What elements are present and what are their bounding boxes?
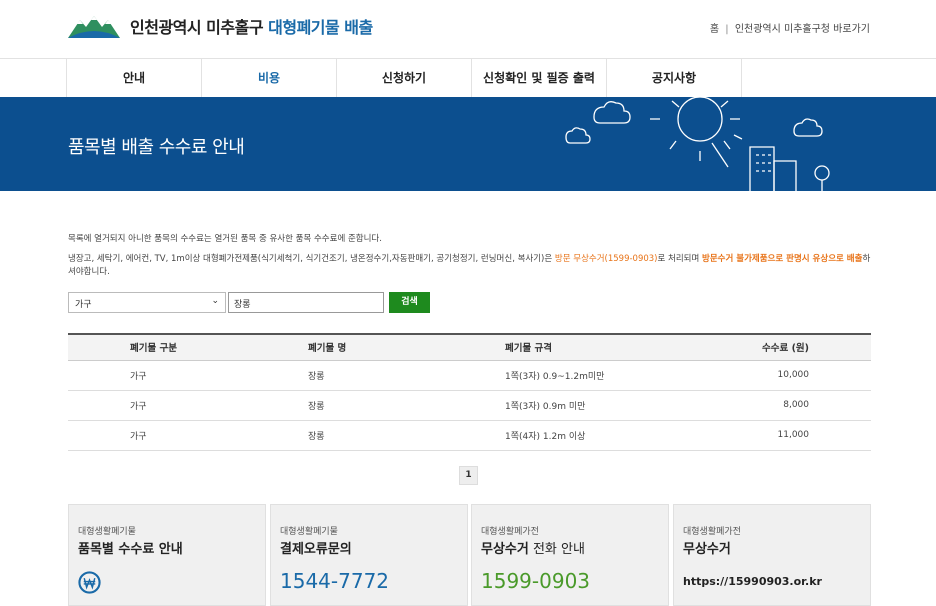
mountain-logo-icon[interactable] bbox=[66, 12, 122, 40]
card-category: 대형생활폐가전 bbox=[481, 527, 539, 537]
notice-line-2: 냉장고, 세탁기, 에어컨, TV, 1m이상 대형폐가전제품(식기세척기, 식… bbox=[68, 253, 878, 279]
card-title: 무상수거 전화 안내 bbox=[481, 538, 585, 557]
card-title: 결제오류문의 bbox=[280, 542, 352, 557]
card-title: 품목별 수수료 안내 bbox=[78, 542, 183, 557]
chevron-down-icon: ⌄ bbox=[211, 296, 219, 306]
notice-free-pickup: 방문 무상수거(1599-0903) bbox=[554, 254, 658, 264]
card-phone-number: 1599-0903 bbox=[481, 569, 591, 593]
link-separator: | bbox=[725, 24, 729, 35]
cell-category: 가구 bbox=[68, 420, 248, 451]
top-links: 홈 | 인천광역시 미추홀구청 바로가기 bbox=[710, 20, 870, 35]
keyword-input[interactable]: 장롱 bbox=[228, 292, 384, 313]
page-number-button[interactable]: 1 bbox=[459, 466, 478, 485]
table-header-row: 폐기물 구분 폐기물 명 폐기물 규격 수수료 (원) bbox=[68, 333, 871, 361]
cell-category: 가구 bbox=[68, 360, 248, 391]
nav-item-apply[interactable]: 신청하기 bbox=[337, 59, 472, 98]
notice-text-b: 로 처리되며 bbox=[657, 254, 703, 264]
brand-main: 인천광역시 미추홀구 bbox=[130, 18, 264, 37]
table-row: 가구 장롱 1쪽(4자) 1.2m 이상 11,000 bbox=[68, 420, 871, 451]
cell-fee: 8,000 bbox=[708, 390, 871, 421]
table-row: 가구 장롱 1쪽(3자) 0.9~1.2m미만 10,000 bbox=[68, 360, 871, 391]
cell-spec: 1쪽(3자) 0.9~1.2m미만 bbox=[448, 360, 708, 391]
cell-category: 가구 bbox=[68, 390, 248, 421]
category-select[interactable]: 가구 ⌄ bbox=[68, 292, 226, 313]
page-title: 품목별 배출 수수료 안내 bbox=[68, 137, 245, 158]
card-title-bold: 무상수거 bbox=[481, 542, 529, 557]
col-header-category: 폐기물 구분 bbox=[68, 333, 248, 361]
city-hall-link[interactable]: 인천광역시 미추홀구청 바로가기 bbox=[735, 24, 870, 35]
home-link[interactable]: 홈 bbox=[710, 24, 719, 35]
nav-item-notice[interactable]: 공지사항 bbox=[607, 59, 742, 98]
site-header: 인천광역시 미추홀구 대형폐기물 배출 홈 | 인천광역시 미추홀구청 바로가기 bbox=[0, 0, 936, 58]
cell-spec: 1쪽(4자) 1.2m 이상 bbox=[448, 420, 708, 451]
brand-accent: 대형폐기물 배출 bbox=[268, 18, 373, 37]
col-header-fee: 수수료 (원) bbox=[708, 333, 871, 361]
col-header-name: 폐기물 명 bbox=[248, 333, 448, 361]
search-button[interactable]: 검색 bbox=[389, 292, 430, 313]
nav-item-guide[interactable]: 안내 bbox=[67, 59, 202, 98]
cell-fee: 10,000 bbox=[708, 360, 871, 391]
card-category: 대형생활폐가전 bbox=[683, 527, 741, 537]
card-phone-number: 1544-7772 bbox=[280, 569, 390, 593]
nav-item-cost[interactable]: 비용 bbox=[202, 59, 337, 98]
main-nav: 안내 비용 신청하기 신청확인 및 필증 출력 공지사항 bbox=[0, 58, 936, 98]
notice-paid-warning: 방문수거 불가제품으로 판명시 유상으로 배출 bbox=[702, 254, 863, 264]
nav-item-confirm-print[interactable]: 신청확인 및 필증 출력 bbox=[472, 59, 607, 98]
table-row: 가구 장롱 1쪽(3자) 0.9m 미만 8,000 bbox=[68, 390, 871, 421]
card-title: 무상수거 bbox=[683, 542, 731, 557]
won-icon bbox=[78, 571, 101, 594]
card-payment-error[interactable]: 대형생활폐기물 결제오류문의 1544-7772 bbox=[270, 504, 468, 606]
cell-fee: 11,000 bbox=[708, 420, 871, 451]
cell-name: 장롱 bbox=[248, 360, 448, 391]
page-banner: 품목별 배출 수수료 안내 bbox=[0, 97, 936, 191]
cell-spec: 1쪽(3자) 0.9m 미만 bbox=[448, 390, 708, 421]
notice-line-1: 목록에 열거되지 아니한 품목의 수수료는 열거된 품목 중 유사한 품목 수수… bbox=[68, 234, 382, 244]
category-selected-value: 가구 bbox=[75, 300, 92, 310]
col-header-spec: 폐기물 규격 bbox=[448, 333, 708, 361]
fee-table: 폐기물 구분 폐기물 명 폐기물 규격 수수료 (원) 가구 장롱 1쪽(3자)… bbox=[68, 333, 871, 451]
card-free-pickup-web[interactable]: 대형생활폐가전 무상수거 https://15990903.or.kr bbox=[673, 504, 871, 606]
site-brand[interactable]: 인천광역시 미추홀구 대형폐기물 배출 bbox=[130, 14, 373, 38]
card-free-pickup-phone[interactable]: 대형생활폐가전 무상수거 전화 안내 1599-0903 bbox=[471, 504, 669, 606]
cell-name: 장롱 bbox=[248, 420, 448, 451]
card-category: 대형생활폐기물 bbox=[280, 527, 338, 537]
card-url[interactable]: https://15990903.or.kr bbox=[683, 575, 822, 588]
card-title-normal: 전화 안내 bbox=[528, 542, 585, 557]
notice-text-a: 냉장고, 세탁기, 에어컨, TV, 1m이상 대형폐가전제품(식기세척기, 식… bbox=[68, 254, 555, 264]
card-category: 대형생활폐기물 bbox=[78, 527, 136, 537]
card-fee-guide[interactable]: 대형생활폐기물 품목별 수수료 안내 bbox=[68, 504, 266, 606]
cell-name: 장롱 bbox=[248, 390, 448, 421]
